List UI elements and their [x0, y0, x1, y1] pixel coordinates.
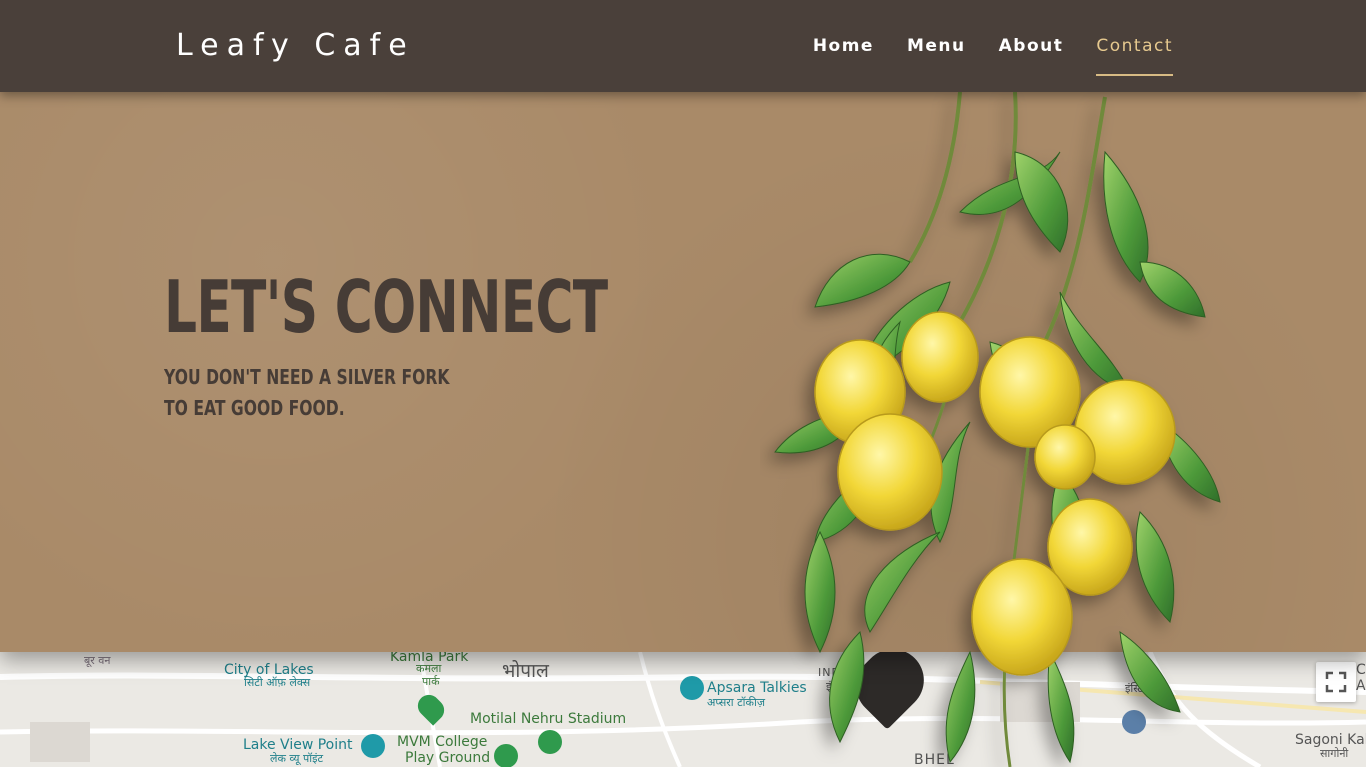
- hero-subtitle-line-2: TO EAT GOOD FOOD.: [164, 396, 345, 420]
- map-label: MVM College: [397, 734, 488, 750]
- map-label: सागोनी: [1320, 747, 1349, 760]
- stadium-icon[interactable]: [538, 730, 562, 754]
- brand-logo[interactable]: Leafy Cafe: [176, 26, 415, 66]
- contact-page: Leafy Cafe Home Menu About Contact LET'S…: [0, 0, 1366, 767]
- hero-title: LET'S CONNECT: [164, 265, 608, 349]
- cinema-icon[interactable]: [680, 676, 704, 700]
- map-label: सिटी ऑफ़ लेक्स: [244, 676, 311, 689]
- map-label: बूर वन: [84, 654, 111, 667]
- main-nav: Home Menu About Contact: [813, 30, 1173, 76]
- map-fullscreen-button[interactable]: [1316, 662, 1356, 702]
- fullscreen-icon: [1325, 671, 1347, 693]
- map-label: A: [1356, 678, 1366, 694]
- map-label: लेक व्यू पॉइंट: [270, 752, 324, 765]
- park-icon[interactable]: [494, 744, 518, 767]
- top-navbar: Leafy Cafe Home Menu About Contact: [0, 0, 1366, 92]
- map-label: Play Ground: [405, 750, 491, 766]
- camera-icon[interactable]: [361, 734, 385, 758]
- nav-contact[interactable]: Contact: [1096, 30, 1173, 76]
- map-label: Lake View Point: [243, 737, 353, 753]
- hero-subtitle: YOU DON'T NEED A SILVER FORK TO EAT GOOD…: [164, 362, 449, 424]
- map-label: अप्सरा टॉकीज़: [707, 696, 765, 709]
- map-label: भोपाल: [502, 660, 549, 682]
- map-label: कमला: [416, 662, 442, 675]
- map-label: पार्क: [422, 675, 440, 688]
- nav-menu[interactable]: Menu: [907, 30, 966, 76]
- nav-about[interactable]: About: [999, 30, 1064, 76]
- map-label: Cl: [1356, 662, 1366, 678]
- hero-subtitle-line-1: YOU DON'T NEED A SILVER FORK: [164, 365, 450, 389]
- map-label: Sagoni Kal: [1295, 732, 1366, 748]
- lemon-branch-illustration: [774, 92, 1221, 767]
- map-label: Motilal Nehru Stadium: [470, 711, 627, 727]
- nav-home[interactable]: Home: [813, 30, 874, 76]
